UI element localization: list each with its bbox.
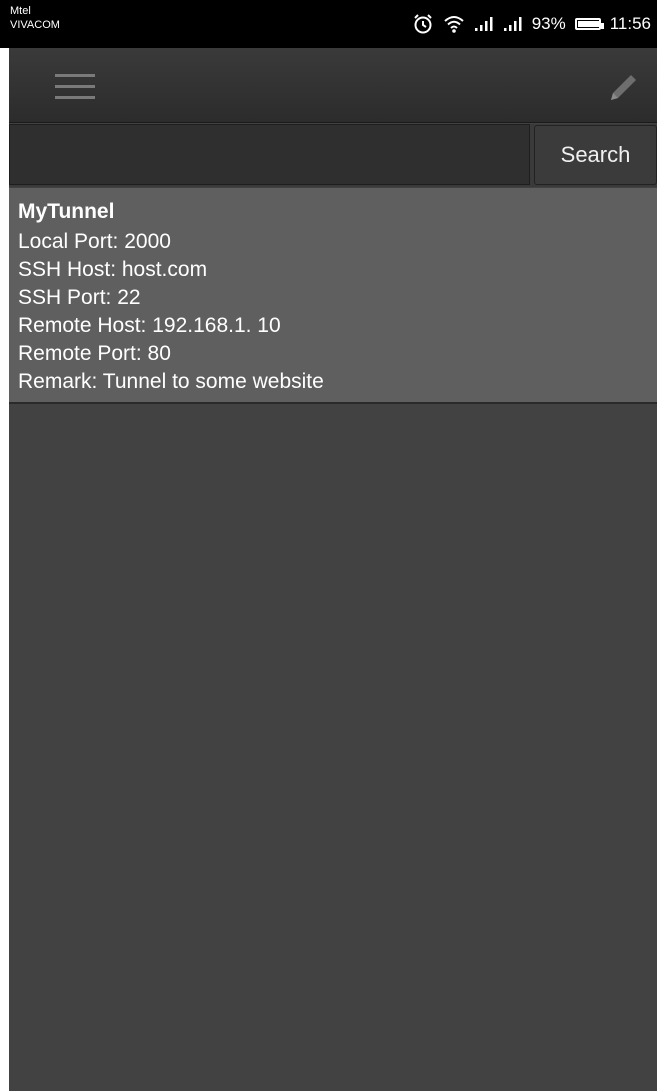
tunnel-ssh-port: SSH Port: 22 [18,286,141,309]
signal-icon [474,16,494,32]
action-bar [9,48,657,123]
tunnel-remote-port: Remote Port: 80 [18,342,171,365]
search-input[interactable] [9,124,530,185]
tunnel-list-item[interactable]: MyTunnel Local Port: 2000 SSH Host: host… [9,188,657,404]
tunnel-name: MyTunnel [18,200,115,223]
edit-icon[interactable] [607,70,641,104]
clock-time: 11:56 [609,14,651,33]
app-screen: Mtel VIVACOM 93% 11:56 Search MyTunnel L… [0,0,657,1091]
status-bar: Mtel VIVACOM 93% 11:56 [0,0,657,48]
battery-percent: 93% [531,14,566,33]
signal-icon [503,16,523,32]
alarm-icon [412,13,434,35]
screen-left-edge [0,48,9,1091]
menu-icon[interactable] [55,74,95,100]
carrier-name-primary: Mtel [10,5,31,17]
search-row: Search [9,124,657,187]
carrier-name-secondary: VIVACOM [10,19,60,31]
tunnel-ssh-host: SSH Host: host.com [18,258,208,281]
status-icons: 93% 11:56 [412,12,651,36]
search-button[interactable]: Search [534,125,657,185]
battery-icon [574,18,604,30]
tunnel-remote-host: Remote Host: 192.168.1. 10 [18,314,281,337]
wifi-icon [443,14,465,34]
tunnel-local-port: Local Port: 2000 [18,230,171,253]
tunnel-remark: Remark: Tunnel to some website [18,370,324,393]
